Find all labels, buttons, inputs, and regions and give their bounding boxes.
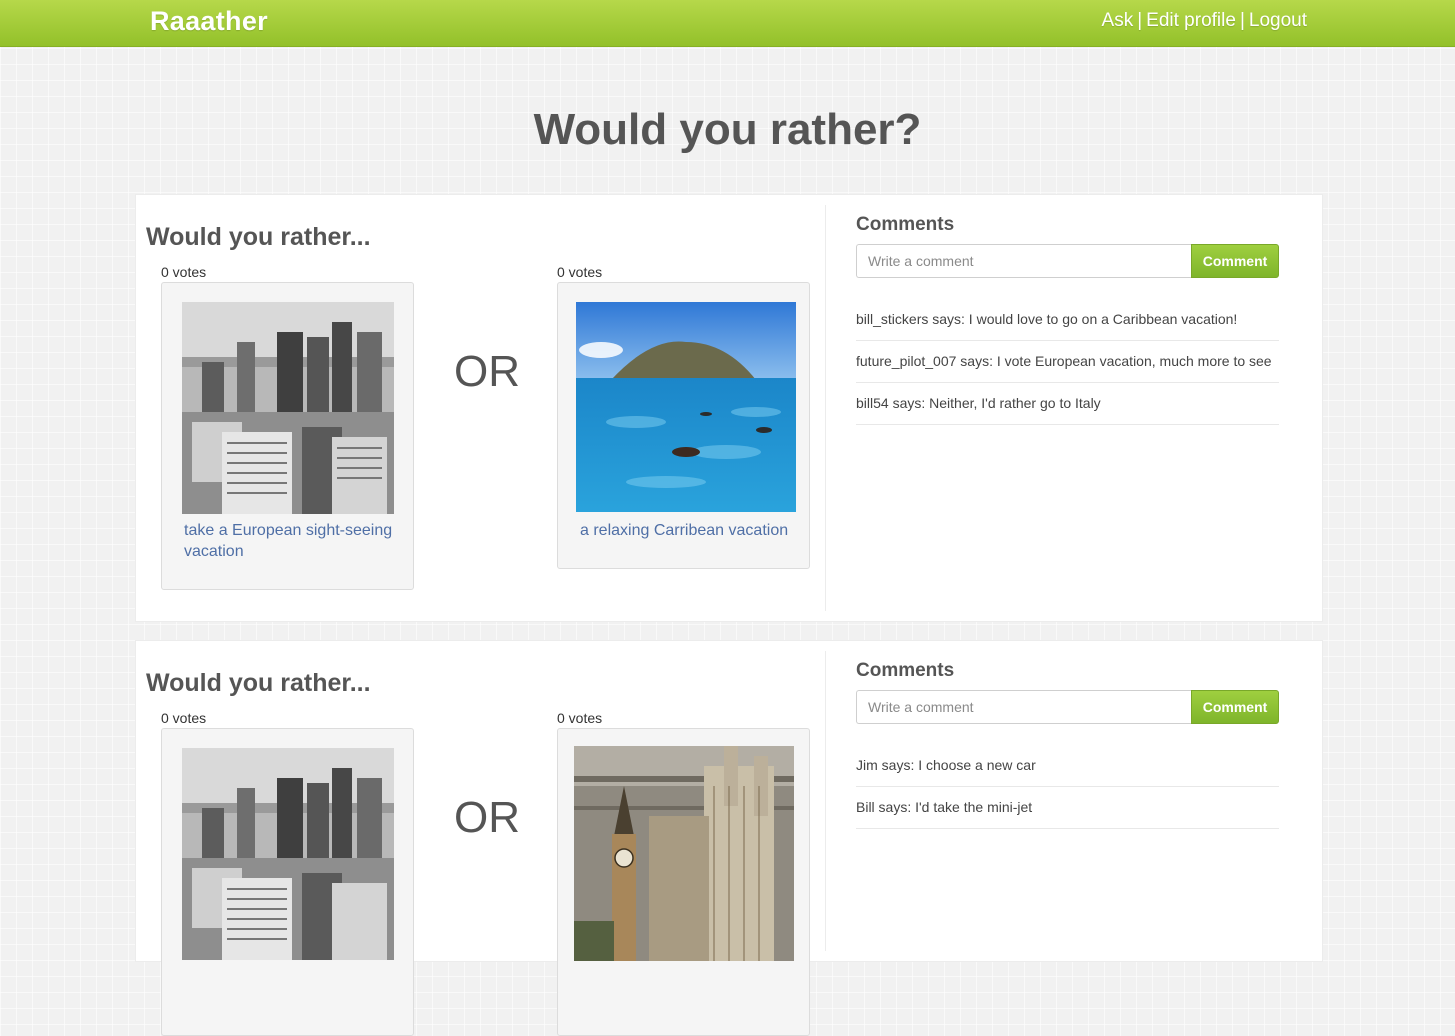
comment-input[interactable]: [856, 244, 1192, 278]
comments-heading: Comments: [856, 214, 955, 235]
option-b-caption[interactable]: a relaxing Carribean vacation: [580, 520, 795, 541]
comment-item: Bill says: I'd take the mini-jet: [856, 787, 1279, 829]
comment-form: Comment: [856, 690, 1279, 724]
nav-ask-link[interactable]: Ask: [1102, 10, 1134, 31]
option-a-card[interactable]: [161, 728, 414, 1036]
comment-list: bill_stickers says: I would love to go o…: [856, 299, 1279, 425]
card-divider: [825, 651, 826, 951]
or-label: OR: [454, 347, 520, 396]
option-a-votes: 0 votes: [161, 264, 207, 280]
option-b-votes: 0 votes: [557, 264, 603, 280]
option-a-caption[interactable]: take a European sight-seeing vacation: [184, 520, 399, 562]
brand-logo[interactable]: Raaather: [150, 6, 268, 37]
option-a-card[interactable]: take a European sight-seeing vacation: [161, 282, 414, 590]
option-b-card[interactable]: a relaxing Carribean vacation: [557, 282, 810, 569]
nav-links: Ask | Edit profile | Logout: [1102, 10, 1307, 32]
page-title: Would you rather?: [533, 105, 922, 154]
question-card: Would you rather... 0 votes: [135, 640, 1323, 1036]
card-divider: [825, 205, 826, 611]
option-b-votes: 0 votes: [557, 710, 603, 726]
comment-button[interactable]: Comment: [1191, 690, 1279, 724]
nav-logout-link[interactable]: Logout: [1249, 10, 1307, 31]
comment-item: future_pilot_007 says: I vote European v…: [856, 341, 1279, 383]
option-a-votes: 0 votes: [161, 710, 207, 726]
or-label: OR: [454, 793, 520, 842]
comment-button[interactable]: Comment: [1191, 244, 1279, 278]
nav-separator: |: [1239, 10, 1245, 31]
question-heading: Would you rather...: [146, 669, 371, 697]
option-a-image[interactable]: [182, 748, 394, 960]
comment-item: bill54 says: Neither, I'd rather go to I…: [856, 383, 1279, 425]
comment-input[interactable]: [856, 690, 1192, 724]
comment-list: Jim says: I choose a new car Bill says: …: [856, 745, 1279, 829]
option-b-card[interactable]: [557, 728, 810, 1036]
nav-edit-profile-link[interactable]: Edit profile: [1146, 10, 1236, 31]
question-heading: Would you rather...: [146, 223, 371, 251]
option-b-image[interactable]: [576, 302, 796, 512]
top-navbar: Raaather Ask | Edit profile | Logout: [0, 0, 1455, 47]
question-card: Would you rather... 0 votes: [135, 194, 1323, 622]
comment-item: Jim says: I choose a new car: [856, 745, 1279, 787]
option-b-image[interactable]: [574, 746, 794, 961]
comment-item: bill_stickers says: I would love to go o…: [856, 299, 1279, 341]
comment-form: Comment: [856, 244, 1279, 278]
nav-separator: |: [1137, 10, 1143, 31]
comments-heading: Comments: [856, 660, 955, 681]
option-a-image[interactable]: [182, 302, 394, 514]
